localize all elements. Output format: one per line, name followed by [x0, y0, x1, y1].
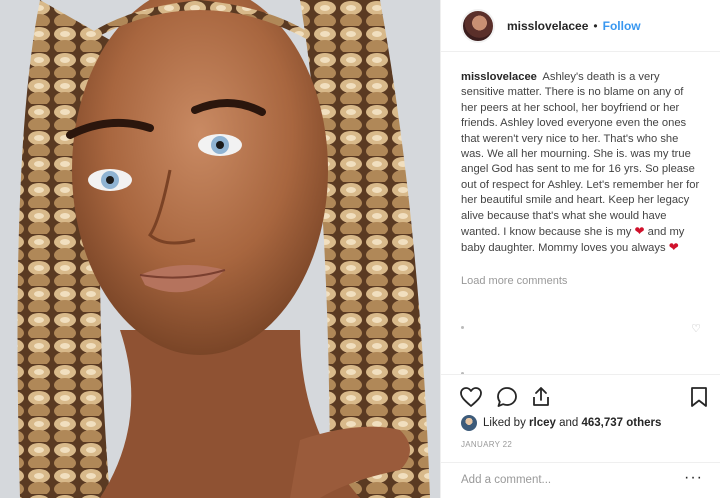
more-options-icon[interactable]: ···	[684, 469, 703, 487]
post-date: JANUARY 22	[461, 440, 513, 449]
add-comment-bar: Add a comment... ···	[441, 462, 720, 498]
post-caption: misslovelacee Ashley's death is a very s…	[461, 70, 701, 257]
like-comment-icon[interactable]: ♡	[691, 322, 701, 335]
share-icon[interactable]	[529, 385, 553, 409]
likes-prefix: Liked by	[483, 417, 526, 429]
heart-icon[interactable]	[459, 385, 483, 409]
likes-and: and	[559, 417, 579, 429]
comment-icon[interactable]	[495, 385, 519, 409]
follow-button[interactable]: Follow	[603, 19, 641, 33]
post-header: misslovelacee • Follow	[441, 0, 720, 52]
load-more-comments-link[interactable]: Load more comments	[461, 275, 567, 287]
caption-text-1: Ashley's death is a very sensitive matte…	[461, 71, 700, 239]
comment-input[interactable]: Add a comment...	[461, 474, 551, 486]
heart-emoji-icon: ❤	[634, 224, 645, 239]
post-panel: misslovelacee • Follow misslovelacee Ash…	[440, 0, 720, 498]
heart-emoji-icon: ❤	[668, 240, 679, 255]
username-link[interactable]: misslovelacee	[507, 19, 588, 33]
separator-dot: •	[593, 18, 598, 33]
caption-username[interactable]: misslovelacee	[461, 71, 537, 83]
avatar[interactable]	[461, 8, 495, 43]
post-photo	[0, 0, 440, 498]
comment-row: ♡	[461, 322, 701, 336]
post-actions	[441, 374, 720, 414]
likes-summary: Liked by rlcey and 463,737 others	[461, 414, 661, 432]
liker-username-link[interactable]: rlcey	[529, 417, 556, 429]
bookmark-icon[interactable]	[687, 385, 711, 409]
liker-avatar[interactable]	[461, 415, 477, 431]
likes-count-link[interactable]: 463,737 others	[582, 417, 662, 429]
comment-dot	[461, 326, 464, 329]
